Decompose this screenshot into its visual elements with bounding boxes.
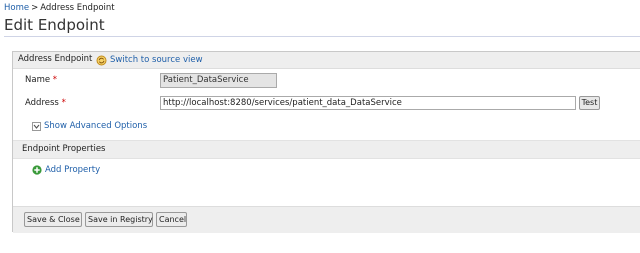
add-property-label: Add Property (45, 165, 101, 175)
cancel-button[interactable]: Cancel (156, 212, 187, 227)
test-button[interactable]: Test (579, 96, 600, 110)
required-mark: * (52, 75, 58, 85)
plus-circle-icon (32, 165, 42, 175)
name-label-text: Name (25, 75, 51, 85)
breadcrumb-separator: > (31, 3, 39, 13)
add-property-link[interactable]: Add Property (32, 165, 100, 175)
breadcrumb-home-link[interactable]: Home (4, 3, 29, 13)
chevron-down-icon (32, 121, 41, 131)
panel-title: Address Endpoint (18, 54, 93, 64)
address-label-text: Address (25, 98, 59, 108)
title-divider (4, 36, 640, 37)
page-title: Edit Endpoint (4, 16, 105, 34)
save-in-registry-button[interactable]: Save in Registry (85, 212, 153, 227)
address-endpoint-panel: Address Endpoint Switch to source view N… (12, 51, 640, 233)
source-view-icon (96, 55, 107, 65)
endpoint-properties-header: Endpoint Properties (13, 140, 640, 159)
save-close-button[interactable]: Save & Close (24, 212, 82, 227)
panel-footer: Save & Close Save in Registry Cancel (13, 206, 640, 233)
address-label: Address * (25, 98, 66, 108)
required-mark: * (61, 98, 66, 108)
breadcrumb: Home > Address Endpoint (4, 3, 115, 13)
switch-to-source-view-label: Switch to source view (110, 55, 203, 65)
endpoint-properties-title: Endpoint Properties (22, 144, 106, 154)
address-field[interactable]: http://localhost:8280/services/patient_d… (160, 96, 576, 110)
switch-to-source-view-link[interactable]: Switch to source view (96, 53, 203, 67)
name-label: Name * (25, 75, 57, 85)
breadcrumb-current: Address Endpoint (40, 3, 115, 13)
show-advanced-options-label: Show Advanced Options (44, 121, 148, 131)
panel-header: Address Endpoint Switch to source view (13, 52, 640, 69)
show-advanced-options-toggle[interactable]: Show Advanced Options (32, 121, 147, 131)
name-field[interactable]: Patient_DataService (160, 73, 277, 88)
